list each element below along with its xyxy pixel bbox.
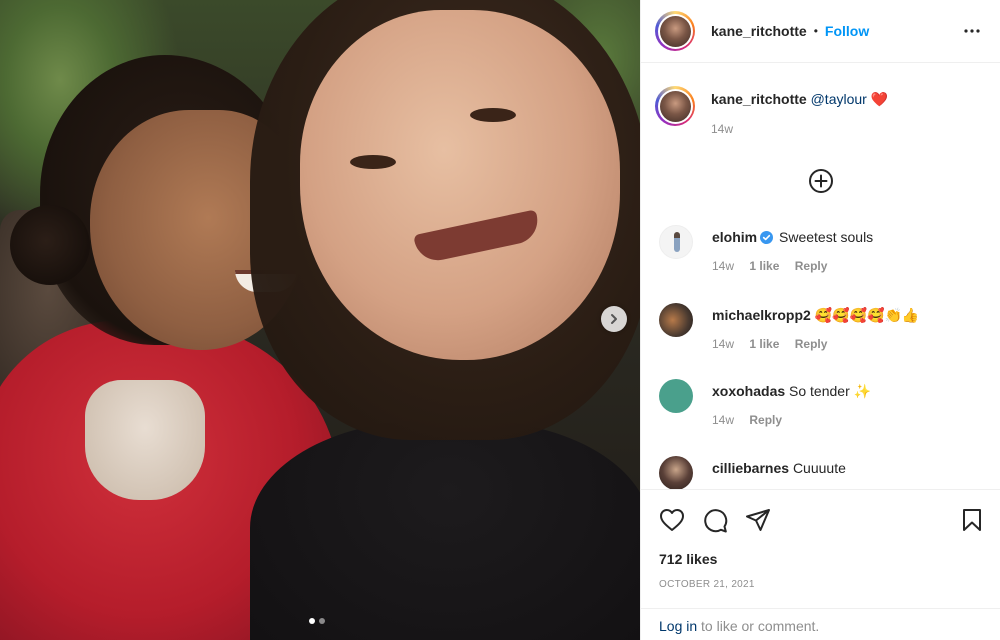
post-photo[interactable] <box>0 0 640 640</box>
login-link[interactable]: Log in <box>659 618 697 634</box>
post-header: kane_ritchotte • Follow <box>641 0 1000 63</box>
follow-button[interactable]: Follow <box>825 23 869 39</box>
comment-item: cilliebarnes Cuuuute <box>659 456 989 489</box>
commenter-username[interactable]: xoxohadas <box>712 383 785 399</box>
reply-button[interactable]: Reply <box>749 413 782 427</box>
commenter-avatar[interactable] <box>659 303 693 337</box>
post-date[interactable]: OCTOBER 21, 2021 <box>659 579 755 590</box>
bookmark-icon <box>963 509 981 531</box>
share-button[interactable] <box>745 508 771 532</box>
comment-text: Sweetest souls <box>779 229 874 245</box>
reply-button[interactable]: Reply <box>795 259 828 273</box>
photo-man-eye <box>470 108 516 122</box>
carousel-dot <box>319 618 325 624</box>
commenter-username[interactable]: cilliebarnes <box>712 460 789 476</box>
load-more-comments-button[interactable] <box>807 167 835 198</box>
comment-time[interactable]: 14w <box>712 337 734 351</box>
save-button[interactable] <box>961 508 983 532</box>
speech-bubble-icon <box>704 509 728 533</box>
comment-text: So tender ✨ <box>789 383 872 399</box>
caption-mention[interactable]: @taylour <box>811 91 867 107</box>
reply-button[interactable]: Reply <box>795 337 828 351</box>
comment-likes[interactable]: 1 like <box>749 337 779 351</box>
comment-text: Cuuuute <box>792 460 846 476</box>
commenter-avatar[interactable] <box>659 379 693 413</box>
comments-section[interactable]: kane_ritchotte @taylour ❤️ 14w elohim Sw… <box>641 64 1000 489</box>
post-actions: 712 likes OCTOBER 21, 2021 Log in to lik… <box>641 489 1000 640</box>
caption-time[interactable]: 14w <box>711 122 733 136</box>
comment-text: 🥰🥰🥰🥰👏👍 <box>814 307 920 323</box>
author-username[interactable]: kane_ritchotte <box>711 23 807 39</box>
login-prompt-text: to like or comment. <box>697 618 820 634</box>
photo-man-eye <box>350 155 396 169</box>
comment-time[interactable]: 14w <box>712 413 734 427</box>
photo-man-shirt <box>250 420 640 640</box>
commenter-avatar[interactable] <box>659 456 693 489</box>
plus-circle-icon <box>809 169 833 193</box>
chevron-right-icon <box>611 314 617 324</box>
header-separator: • <box>813 24 818 38</box>
post-side-panel: kane_ritchotte • Follow kane_ritchotte @… <box>640 0 1000 640</box>
comment-item: elohim Sweetest souls 14w 1 like Reply <box>659 225 989 273</box>
caption-username[interactable]: kane_ritchotte <box>711 91 807 107</box>
caption-author-avatar[interactable] <box>655 86 695 126</box>
like-button[interactable] <box>659 508 685 532</box>
paper-plane-icon <box>746 509 770 531</box>
heart-icon <box>660 509 684 531</box>
photo-man-face <box>300 10 620 360</box>
verified-badge-icon <box>760 231 774 244</box>
comment-item: michaelkropp2 🥰🥰🥰🥰👏👍 14w 1 like Reply <box>659 303 989 351</box>
comment-likes[interactable]: 1 like <box>749 259 779 273</box>
comment-button[interactable] <box>702 508 728 534</box>
commenter-username[interactable]: michaelkropp2 <box>712 307 811 323</box>
carousel-indicator <box>309 618 325 624</box>
comment-time[interactable]: 14w <box>712 259 734 273</box>
caption-heart-emoji: ❤️ <box>870 91 889 107</box>
photo-woman-bun <box>10 205 90 285</box>
commenter-username[interactable]: elohim <box>712 229 757 245</box>
author-avatar[interactable] <box>655 11 695 51</box>
more-horizontal-icon <box>964 29 980 33</box>
next-image-button[interactable] <box>601 306 627 332</box>
likes-count[interactable]: 712 likes <box>659 551 717 567</box>
carousel-dot-active <box>309 618 315 624</box>
photo-white-shirt <box>85 380 205 500</box>
comment-item: xoxohadas So tender ✨ 14w Reply <box>659 379 989 427</box>
login-prompt: Log in to like or comment. <box>641 608 1000 640</box>
more-options-button[interactable] <box>963 22 981 43</box>
commenter-avatar[interactable] <box>659 225 693 259</box>
post-caption: kane_ritchotte @taylour ❤️ 14w <box>655 86 888 136</box>
